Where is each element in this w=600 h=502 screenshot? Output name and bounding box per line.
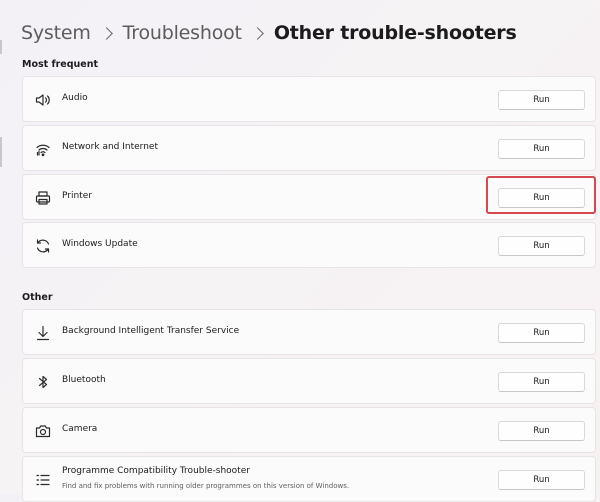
troubleshooter-row-windows-update: Windows Update Run [22, 222, 596, 268]
window-edge [0, 40, 2, 54]
troubleshooter-label: Printer [62, 191, 92, 201]
run-bits-button[interactable]: Run [498, 323, 585, 343]
run-program-compatibility-button[interactable]: Run [498, 470, 585, 490]
compatibility-list-icon [34, 471, 52, 489]
troubleshooter-row-bits: Background Intelligent Transfer Service … [22, 309, 596, 355]
highlight-box [486, 176, 596, 214]
window-edge [0, 137, 2, 167]
breadcrumb-system[interactable]: System [21, 22, 91, 44]
section-title-most-frequent: Most frequent [22, 59, 99, 70]
run-audio-button[interactable]: Run [498, 90, 585, 110]
troubleshooter-description: Find and fix problems with running older… [62, 482, 350, 490]
troubleshooter-row-bluetooth: Bluetooth Run [22, 358, 596, 404]
download-icon [34, 324, 52, 342]
troubleshooter-row-camera: Camera Run [22, 407, 596, 453]
run-camera-button[interactable]: Run [498, 421, 585, 441]
troubleshooter-row-program-compatibility: Programme Compatibility Trouble-shooter … [22, 456, 596, 502]
troubleshooter-label: Audio [62, 93, 88, 103]
troubleshooter-label: Bluetooth [62, 375, 106, 385]
wifi-icon [34, 140, 52, 158]
chevron-right-icon [99, 26, 113, 40]
troubleshooter-label: Background Intelligent Transfer Service [62, 326, 240, 336]
troubleshooter-label: Camera [62, 424, 98, 434]
troubleshooter-label: Programme Compatibility Trouble-shooter [62, 466, 250, 476]
section-title-other: Other [22, 292, 53, 303]
troubleshooter-label: Windows Update [62, 239, 138, 249]
bluetooth-icon [34, 373, 52, 391]
troubleshooter-row-audio: Audio Run [22, 76, 596, 122]
printer-icon [34, 189, 52, 207]
breadcrumb: System Troubleshoot Other trouble-shoote… [21, 18, 517, 48]
speaker-icon [34, 91, 52, 109]
troubleshooter-label: Network and Internet [62, 142, 158, 152]
chevron-right-icon [250, 26, 264, 40]
run-bluetooth-button[interactable]: Run [498, 372, 585, 392]
refresh-icon [34, 237, 52, 255]
breadcrumb-troubleshoot[interactable]: Troubleshoot [123, 22, 242, 44]
camera-icon [34, 422, 52, 440]
run-windows-update-button[interactable]: Run [498, 236, 585, 256]
troubleshooter-row-network: Network and Internet Run [22, 125, 596, 171]
run-network-button[interactable]: Run [498, 139, 585, 159]
page-title: Other trouble-shooters [273, 22, 517, 44]
